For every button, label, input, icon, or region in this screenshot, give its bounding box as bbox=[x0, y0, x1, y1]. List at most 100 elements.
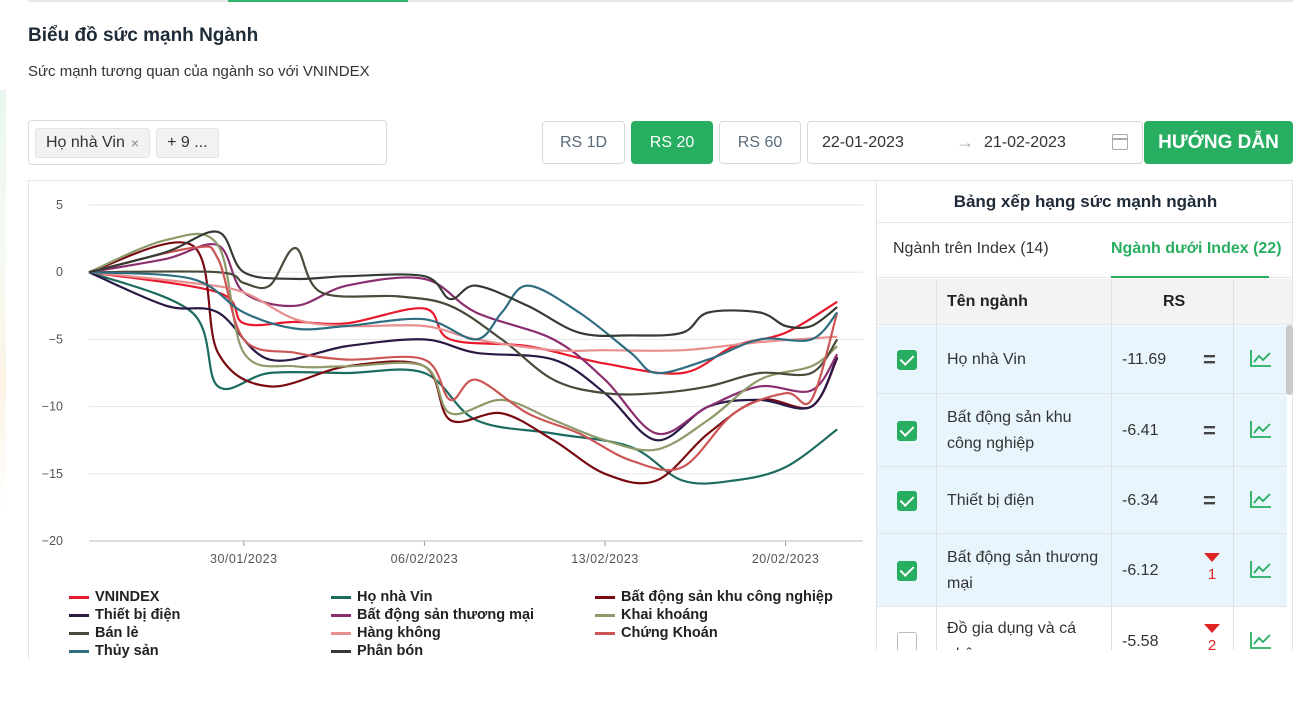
rs-1d-button[interactable]: RS 1D bbox=[542, 121, 625, 164]
legend-swatch bbox=[331, 649, 351, 653]
x-tick-label: 06/02/2023 bbox=[391, 552, 459, 566]
x-tick-label: 20/02/2023 bbox=[752, 552, 820, 566]
industry-multiselect[interactable]: Họ nhà Vin × + 9 ... bbox=[28, 120, 387, 165]
legend-label: Bất động sản thương mại bbox=[357, 607, 535, 623]
legend-swatch bbox=[331, 631, 351, 635]
table-row[interactable]: Bất động sản thương mại -6.12 1 bbox=[877, 534, 1287, 607]
row-checkbox[interactable] bbox=[897, 350, 917, 370]
legend-label: Hàng không bbox=[357, 625, 441, 641]
legend-label: Khai khoáng bbox=[621, 607, 709, 623]
column-name-header: Tên ngành bbox=[947, 293, 1028, 310]
selected-tag-label: Họ nhà Vin bbox=[46, 133, 125, 151]
y-tick-label: −20 bbox=[42, 534, 63, 548]
row-checkbox[interactable] bbox=[897, 490, 917, 511]
y-tick-label: 5 bbox=[56, 198, 63, 212]
rank-change-indicator: 1 bbox=[1203, 552, 1221, 583]
legend-item[interactable]: Bán lẻ bbox=[69, 625, 139, 641]
page-subtitle: Sức mạnh tương quan của ngành so với VNI… bbox=[28, 63, 370, 80]
legend-label: Phân bón bbox=[357, 643, 424, 659]
ranking-tabs: Ngành trên Index (14) Ngành dưới Index (… bbox=[877, 224, 1292, 278]
legend-swatch bbox=[331, 595, 351, 599]
legend-swatch bbox=[331, 613, 351, 617]
column-divider bbox=[1111, 279, 1112, 650]
page-title: Biểu đồ sức mạnh Ngành bbox=[28, 25, 259, 46]
tab-above-index[interactable]: Ngành trên Index (14) bbox=[893, 240, 1049, 258]
rs-60-button[interactable]: RS 60 bbox=[719, 121, 801, 164]
column-divider bbox=[936, 279, 937, 650]
date-range-picker[interactable]: 22-01-2023 → 21-02-2023 bbox=[807, 121, 1143, 164]
legend-item[interactable]: Thủy sản bbox=[69, 643, 159, 659]
legend-item[interactable]: Họ nhà Vin bbox=[331, 589, 432, 605]
column-divider bbox=[1233, 279, 1234, 650]
table-row[interactable]: Đồ gia dụng và cá nhân -5.58 2 bbox=[877, 607, 1287, 650]
y-tick-label: −15 bbox=[42, 467, 63, 481]
line-chart-icon[interactable] bbox=[1250, 560, 1272, 578]
legend-item[interactable]: Khai khoáng bbox=[595, 607, 708, 623]
line-chart-icon[interactable] bbox=[1250, 631, 1272, 649]
legend-label: Chứng Khoán bbox=[621, 625, 718, 641]
calendar-icon[interactable] bbox=[1112, 134, 1128, 150]
ranking-scrollbar[interactable] bbox=[1286, 325, 1293, 395]
chart-canvas: 5 0 −5 −10 −15 −20 30/01/2023 06/02/2023 13/02/2… bbox=[42, 198, 863, 566]
industry-name: Bất động sản khu công nghiệp bbox=[947, 408, 1072, 452]
rank-unchanged-indicator: = bbox=[1203, 347, 1216, 372]
rank-unchanged-indicator: = bbox=[1203, 417, 1216, 443]
legend-item[interactable]: VNINDEX bbox=[69, 589, 159, 605]
rank-change-indicator: 2 bbox=[1203, 624, 1221, 650]
table-row[interactable]: Thiết bị điện -6.34 = bbox=[877, 467, 1287, 534]
series-line bbox=[88, 271, 839, 442]
guide-button[interactable]: HƯỚNG DẪN bbox=[1144, 121, 1293, 164]
legend-item[interactable]: Thiết bị điện bbox=[69, 607, 180, 623]
top-divider bbox=[28, 0, 1293, 2]
triangle-down-icon bbox=[1204, 624, 1220, 633]
series-line bbox=[88, 241, 839, 485]
y-tick-label: 0 bbox=[56, 265, 63, 279]
legend-label: Thiết bị điện bbox=[95, 607, 181, 623]
start-date[interactable]: 22-01-2023 bbox=[822, 134, 904, 152]
legend-swatch bbox=[69, 631, 89, 635]
industry-name: Họ nhà Vin bbox=[947, 351, 1026, 368]
legend-swatch bbox=[69, 649, 89, 653]
rs-20-button[interactable]: RS 20 bbox=[631, 121, 713, 164]
triangle-down-icon bbox=[1204, 552, 1220, 562]
line-chart-icon[interactable] bbox=[1250, 420, 1272, 438]
series-line bbox=[88, 245, 839, 472]
rs-value: -6.34 bbox=[1122, 491, 1159, 509]
legend-label: Bất động sản khu công nghiệp bbox=[621, 589, 833, 605]
legend-swatch bbox=[595, 631, 615, 635]
ranking-table-header: Tên ngành RS bbox=[877, 279, 1292, 325]
series-line bbox=[88, 246, 839, 396]
row-checkbox[interactable] bbox=[897, 632, 917, 650]
legend-item[interactable]: Phân bón bbox=[331, 643, 423, 659]
close-icon[interactable]: × bbox=[131, 135, 139, 151]
row-checkbox[interactable] bbox=[897, 560, 917, 581]
more-tags-counter[interactable]: + 9 ... bbox=[156, 127, 219, 158]
legend-swatch bbox=[69, 595, 89, 599]
table-row[interactable]: Họ nhà Vin -11.69 = bbox=[877, 326, 1287, 394]
arrow-right-icon: → bbox=[956, 132, 974, 152]
legend-item[interactable]: Hàng không bbox=[331, 625, 441, 641]
side-decoration bbox=[0, 90, 6, 510]
industry-name: Đồ gia dụng và cá nhân bbox=[947, 620, 1076, 650]
tab-below-index[interactable]: Ngành dưới Index (22) bbox=[1111, 240, 1282, 258]
rank-unchanged-indicator: = bbox=[1203, 487, 1216, 513]
legend-item[interactable]: Bất động sản khu công nghiệp bbox=[595, 589, 833, 605]
legend-label: Thủy sản bbox=[95, 643, 159, 659]
legend-item[interactable]: Chứng Khoán bbox=[595, 625, 718, 641]
rs-line-chart: 5 0 −5 −10 −15 −20 30/01/2023 06/02/2023 13/02/2… bbox=[28, 180, 876, 660]
legend-label: Bán lẻ bbox=[95, 625, 139, 641]
line-chart-icon[interactable] bbox=[1250, 349, 1272, 367]
legend-item[interactable]: Bất động sản thương mại bbox=[331, 607, 534, 623]
rs-value: -6.12 bbox=[1122, 561, 1159, 579]
row-checkbox[interactable] bbox=[897, 420, 917, 441]
industry-name: Thiết bị điện bbox=[947, 491, 1035, 509]
rank-change-value: 1 bbox=[1207, 565, 1217, 583]
table-row[interactable]: Bất động sản khu công nghiệp -6.41 = bbox=[877, 394, 1287, 467]
legend-label: VNINDEX bbox=[95, 589, 160, 605]
rs-value: -5.58 bbox=[1122, 633, 1159, 650]
tab-underline bbox=[1111, 276, 1269, 278]
rs-value: -11.69 bbox=[1122, 351, 1167, 368]
end-date[interactable]: 21-02-2023 bbox=[984, 134, 1066, 152]
line-chart-icon[interactable] bbox=[1250, 490, 1272, 508]
x-tick-label: 30/01/2023 bbox=[210, 552, 278, 566]
